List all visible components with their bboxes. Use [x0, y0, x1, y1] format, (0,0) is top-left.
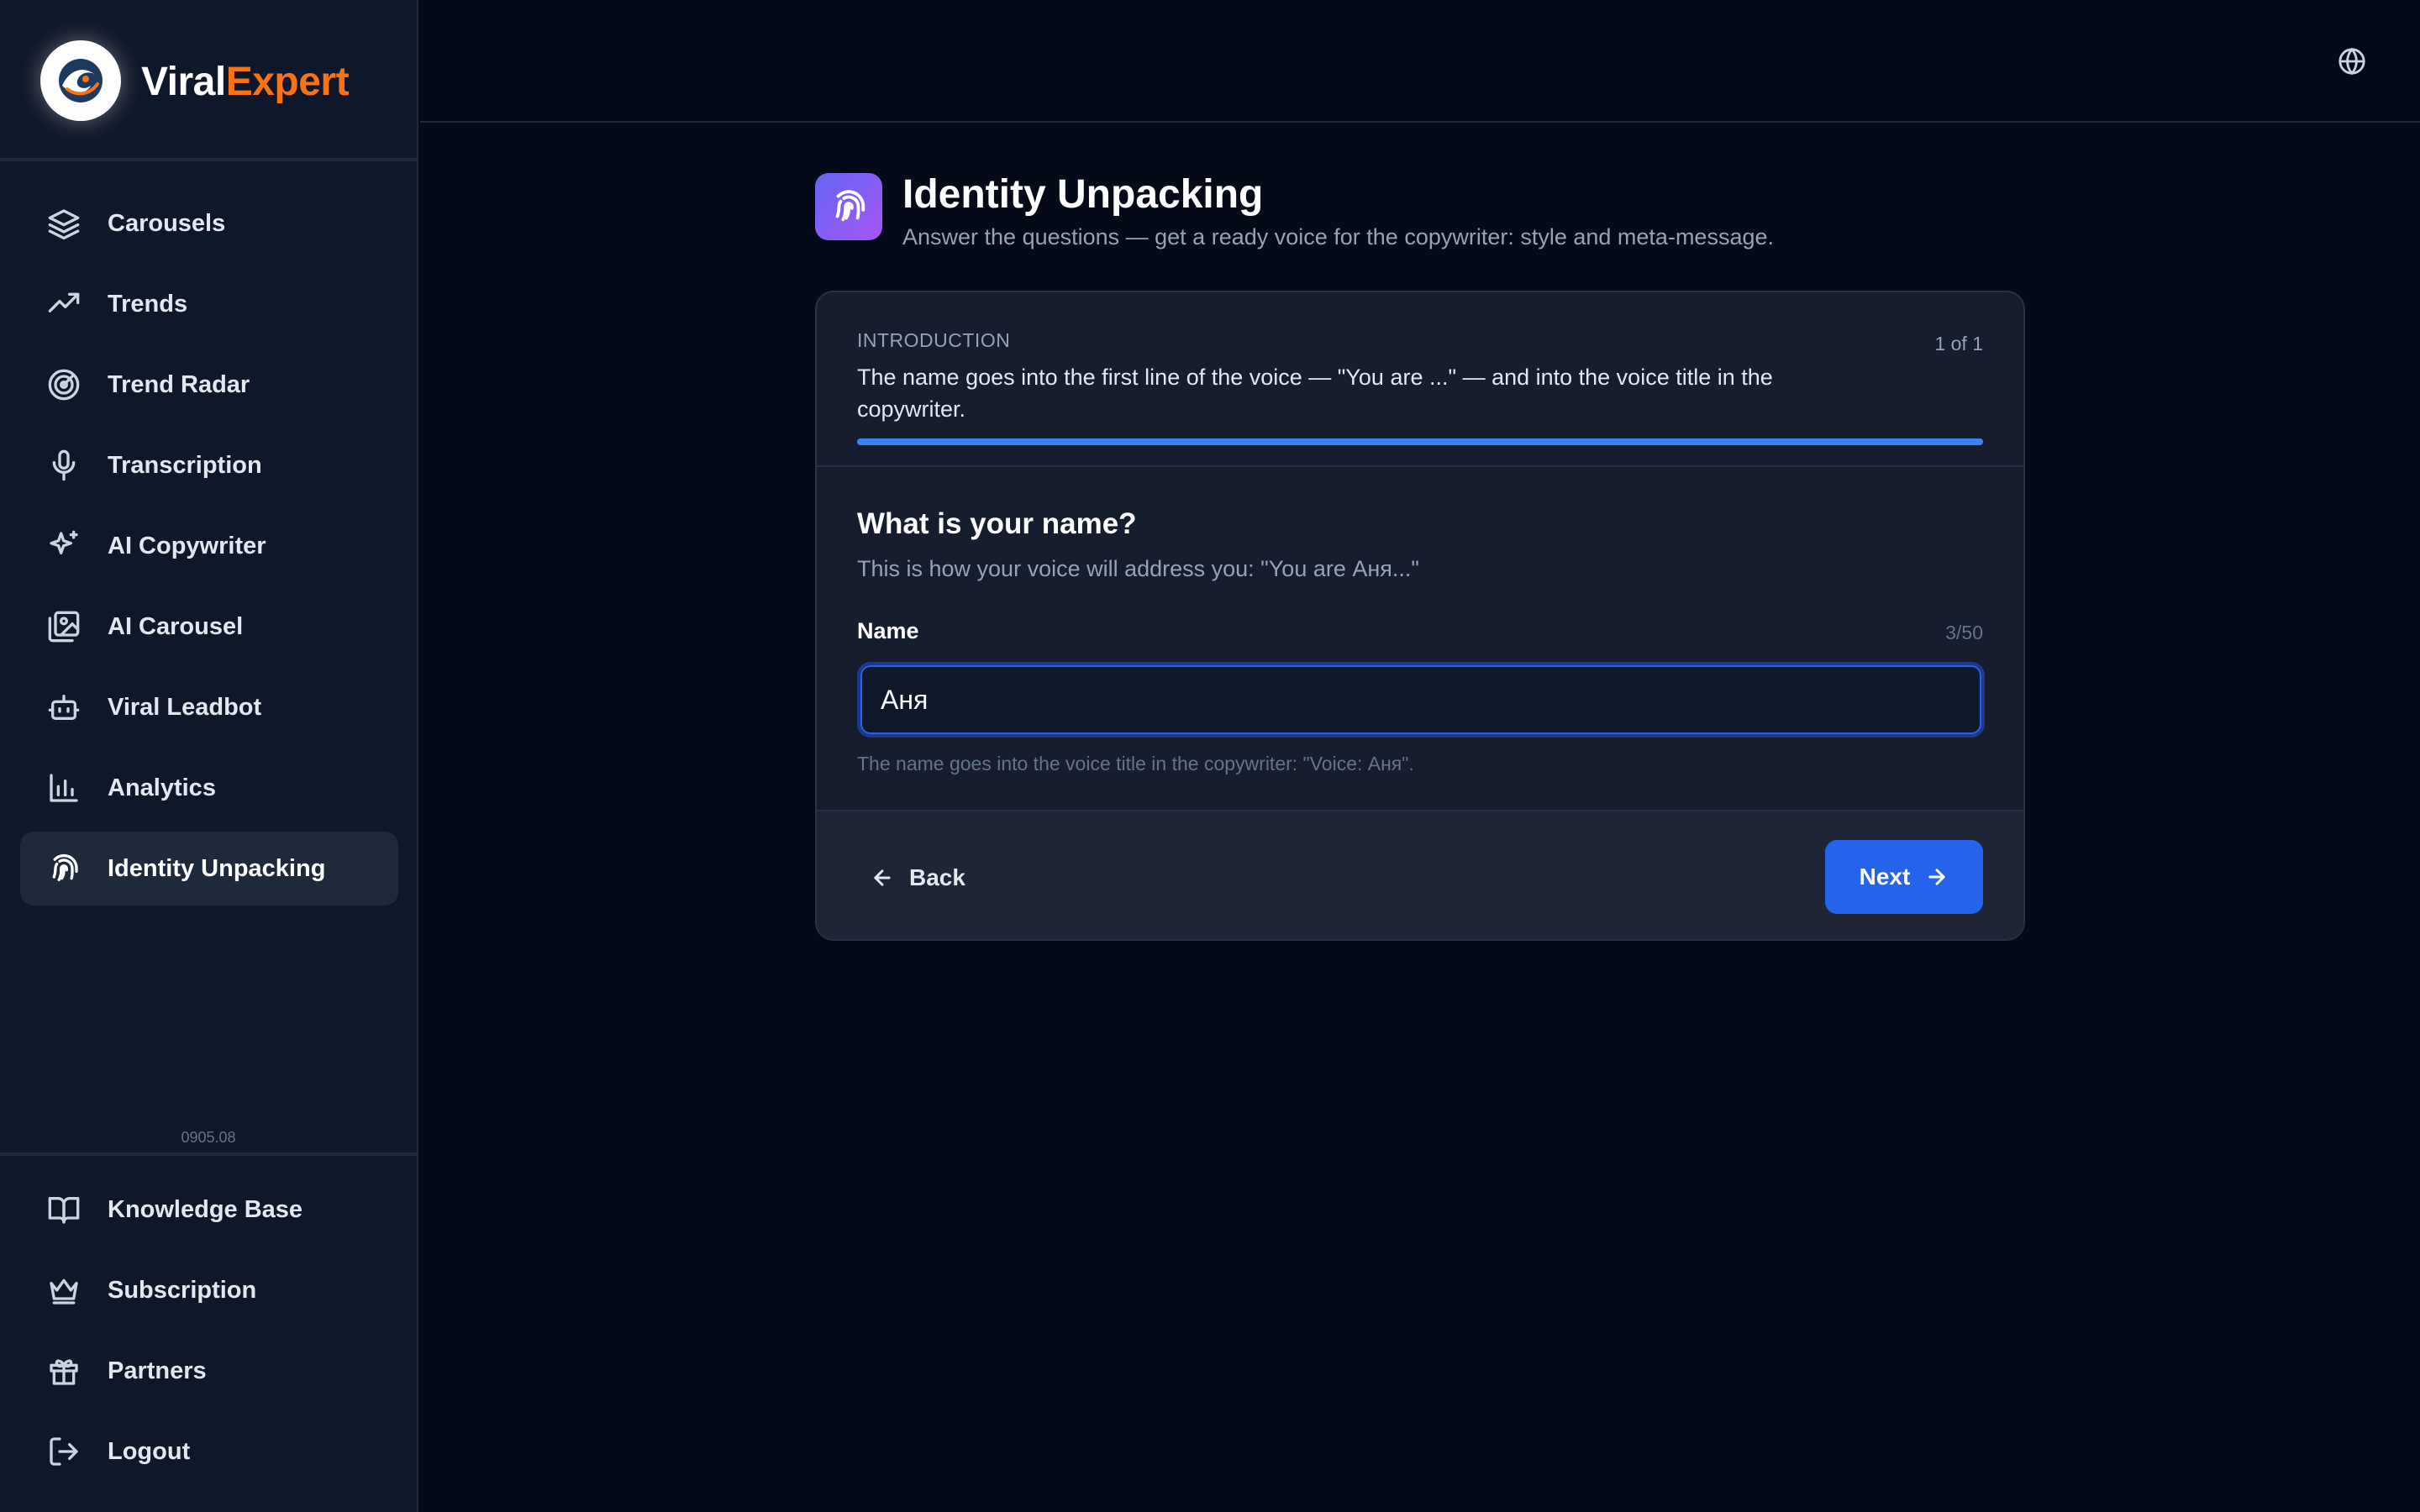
- sidebar-item-logout[interactable]: Logout: [20, 1415, 398, 1488]
- logout-icon: [47, 1435, 81, 1468]
- brand-name-part2: Expert: [225, 60, 350, 104]
- fingerprint-icon: [835, 190, 865, 222]
- sidebar-item-label: Analytics: [108, 774, 216, 801]
- app-root: ViralExpert Carousels Trends Trend Radar…: [0, 0, 2420, 1512]
- sidebar-item-subscription[interactable]: Subscription: [20, 1253, 398, 1327]
- top-bar: [420, 0, 2420, 123]
- sidebar-divider: [0, 1152, 417, 1156]
- sidebar-item-label: Trends: [108, 290, 188, 318]
- sidebar-item-carousels[interactable]: Carousels: [20, 186, 398, 260]
- sidebar-item-trends[interactable]: Trends: [20, 267, 398, 341]
- crown-icon: [47, 1273, 81, 1307]
- page-icon: [815, 173, 882, 240]
- sidebar-item-label: Trend Radar: [108, 370, 250, 398]
- sidebar-nav: Carousels Trends Trend Radar Transcripti…: [20, 186, 398, 912]
- step-counter: 1 of 1: [1934, 333, 1983, 354]
- sidebar-item-label: AI Carousel: [108, 612, 244, 640]
- sparkles-icon: [47, 529, 81, 563]
- arrow-left-icon: [874, 869, 891, 886]
- next-button-label: Next: [1859, 864, 1911, 890]
- sidebar-item-ai-copywriter[interactable]: AI Copywriter: [20, 509, 398, 583]
- sidebar-item-label: Carousels: [108, 209, 226, 237]
- brand-name: ViralExpert: [141, 57, 350, 108]
- page-subtitle: Answer the questions — get a ready voice…: [902, 224, 1774, 249]
- brand-name-part1: Viral: [141, 60, 226, 104]
- sidebar-item-knowledge-base[interactable]: Knowledge Base: [20, 1173, 398, 1247]
- image-gallery-icon: [47, 610, 81, 643]
- sidebar-item-label: Logout: [108, 1437, 191, 1465]
- brand-header: ViralExpert: [0, 0, 417, 161]
- brand-logo[interactable]: [40, 40, 121, 121]
- bot-icon: [47, 690, 81, 724]
- question-title: What is your name?: [857, 507, 1137, 540]
- sidebar-item-label: Identity Unpacking: [108, 854, 326, 882]
- step-header: INTRODUCTION 1 of 1 The name goes into t…: [817, 292, 2023, 467]
- microphone-icon: [47, 449, 81, 482]
- sidebar-item-label: Subscription: [108, 1276, 257, 1304]
- page-title: Identity Unpacking: [902, 172, 1264, 217]
- question-subtitle: This is how your voice will address you:…: [857, 556, 1419, 581]
- sidebar-item-label: Knowledge Base: [108, 1195, 303, 1223]
- step-description: The name goes into the first line of the…: [857, 365, 1773, 422]
- char-counter: 3/50: [1945, 622, 1983, 643]
- wave-logo-icon: [59, 59, 103, 102]
- sidebar-item-label: AI Copywriter: [108, 532, 266, 559]
- progress-bar-fill: [857, 438, 1983, 445]
- fingerprint-icon: [47, 852, 81, 885]
- sidebar-item-label: Viral Leadbot: [108, 693, 262, 721]
- wizard-footer: Back Next: [817, 810, 2023, 939]
- sidebar-item-analytics[interactable]: Analytics: [20, 751, 398, 825]
- app-version: 0905.08: [181, 1129, 236, 1146]
- back-button[interactable]: Back: [850, 842, 986, 914]
- next-button[interactable]: Next: [1825, 840, 1983, 914]
- arrow-right-icon: [1928, 869, 1945, 885]
- sidebar-item-ai-carousel[interactable]: AI Carousel: [20, 590, 398, 664]
- globe-icon: [2338, 47, 2365, 76]
- sidebar-item-transcription[interactable]: Transcription: [20, 428, 398, 502]
- language-button[interactable]: [2338, 47, 2366, 76]
- radar-icon: [47, 368, 81, 402]
- layers-icon: [47, 207, 81, 240]
- back-button-label: Back: [909, 864, 965, 890]
- name-field-hint: The name goes into the voice title in th…: [857, 753, 1414, 774]
- name-field-label: Name: [857, 618, 919, 643]
- sidebar: ViralExpert Carousels Trends Trend Radar…: [0, 0, 418, 1512]
- name-input[interactable]: [857, 662, 1985, 738]
- sidebar-item-viral-leadbot[interactable]: Viral Leadbot: [20, 670, 398, 744]
- progress-bar: [857, 438, 1983, 445]
- sidebar-item-partners[interactable]: Partners: [20, 1334, 398, 1408]
- wizard-card: INTRODUCTION 1 of 1 The name goes into t…: [815, 291, 2025, 941]
- trending-up-icon: [47, 287, 81, 321]
- gift-icon: [47, 1354, 81, 1388]
- step-section-label: INTRODUCTION: [857, 329, 1011, 351]
- bar-chart-icon: [47, 771, 81, 805]
- sidebar-item-label: Transcription: [108, 451, 262, 479]
- sidebar-item-trend-radar[interactable]: Trend Radar: [20, 348, 398, 422]
- sidebar-item-identity-unpacking[interactable]: Identity Unpacking: [20, 832, 398, 906]
- book-open-icon: [47, 1193, 81, 1226]
- sidebar-bottom-nav: Knowledge Base Subscription Partners Log…: [20, 1173, 398, 1495]
- sidebar-item-label: Partners: [108, 1357, 207, 1384]
